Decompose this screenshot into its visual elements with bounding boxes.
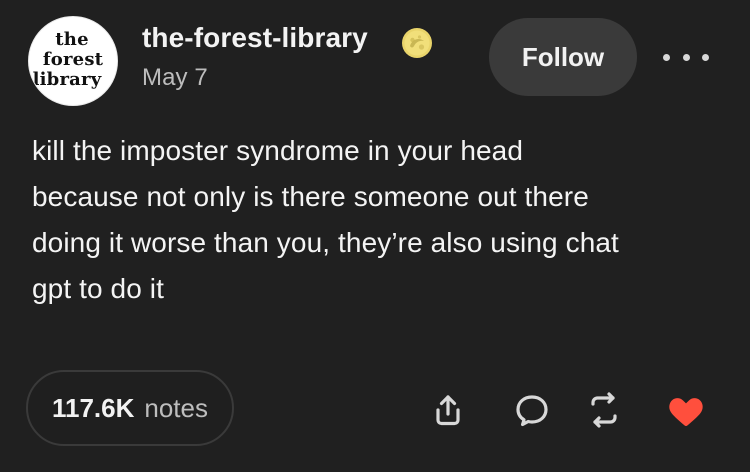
heart-icon [669,398,703,426]
avatar-text-line-3: library [32,69,102,90]
notes-label: notes [144,392,208,423]
avatar-text-line-2: forest [42,49,104,70]
more-options-dot [682,53,690,61]
verified-badge-icon [400,26,434,60]
blog-name[interactable]: the-forest-library [142,22,368,54]
share-button[interactable] [420,382,476,438]
more-options-dot [702,53,709,61]
reblog-button[interactable] [576,382,632,438]
notes-count: 117.6K [51,392,135,423]
avatar[interactable]: the forest library [28,16,118,106]
post-actions [420,382,720,438]
like-button[interactable] [658,382,714,438]
more-options-button[interactable] [663,46,709,68]
reply-button[interactable] [504,382,560,438]
post-date: May 7 [142,64,208,91]
share-icon [436,395,460,426]
avatar-text-line-1: the [55,29,89,50]
notes-button[interactable]: 117.6K notes [26,370,234,446]
reblog-icon [591,392,617,428]
more-options-dot [663,53,670,61]
avatar-text: the forest library [29,17,117,104]
post-card: the forest library the-forest-library Ma… [0,0,750,472]
follow-button[interactable]: Follow [489,18,637,96]
post-text: kill the imposter syndrome in your head … [32,135,619,304]
reply-icon [516,395,548,427]
